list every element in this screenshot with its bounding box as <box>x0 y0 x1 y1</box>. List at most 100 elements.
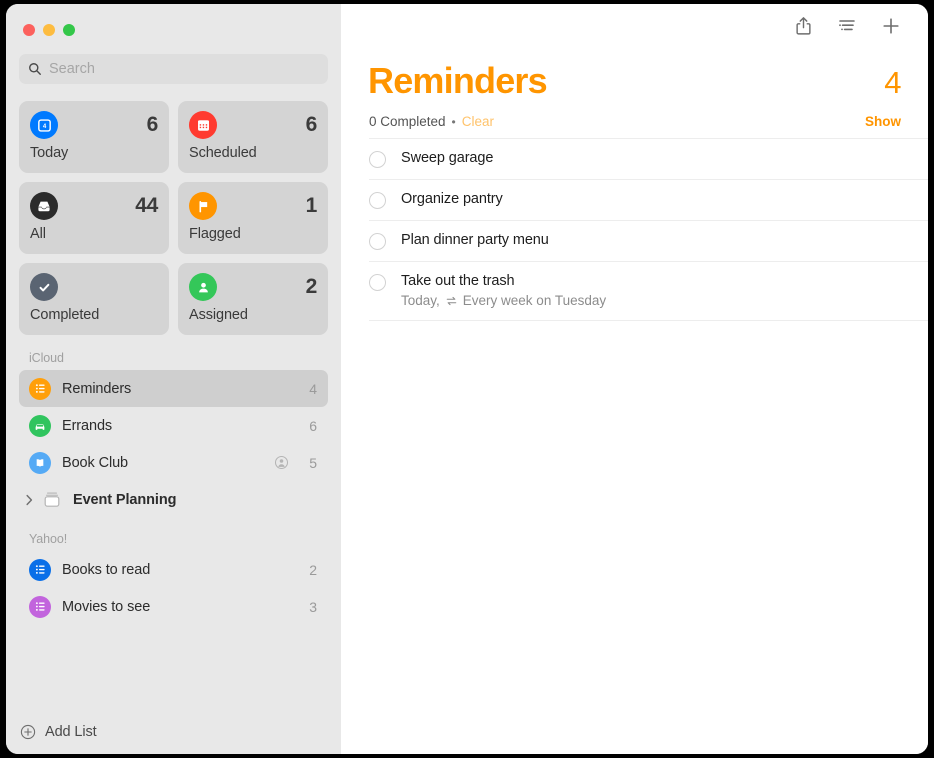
sidebar-list-count: 5 <box>307 455 317 471</box>
show-completed-link[interactable]: Show <box>865 114 901 129</box>
window-controls <box>6 4 341 50</box>
smart-list-label: Assigned <box>189 307 317 323</box>
calendar-today-icon: 4 <box>30 111 58 139</box>
sidebar-list-errands[interactable]: Errands 6 <box>19 407 328 444</box>
reminder-due-label: Today, <box>401 293 440 309</box>
main-content: Reminders 4 0 Completed • Clear Show Swe… <box>341 4 928 754</box>
book-icon <box>29 452 51 474</box>
flag-icon <box>189 192 217 220</box>
share-button[interactable] <box>792 15 814 37</box>
search-container: Search <box>6 50 341 84</box>
new-reminder-button[interactable] <box>880 15 902 37</box>
list-bullet-icon <box>29 559 51 581</box>
smart-list-all[interactable]: 44 All <box>19 182 169 254</box>
reminder-checkbox[interactable] <box>369 151 386 168</box>
sidebar-group-label: Event Planning <box>73 492 317 508</box>
sidebar: Search 4 6 Today <box>6 4 341 754</box>
meta-separator: • <box>452 115 456 129</box>
plus-icon <box>881 16 901 36</box>
toolbar <box>341 4 928 48</box>
reminder-title: Organize pantry <box>401 191 503 208</box>
sidebar-list-count: 3 <box>307 599 317 615</box>
smart-list-label: All <box>30 226 158 242</box>
smart-list-count: 2 <box>306 275 317 299</box>
sidebar-group-event-planning[interactable]: Event Planning <box>19 481 328 518</box>
plus-circle-icon <box>20 724 36 740</box>
reminder-subtitle: Today, Every week on Tuesday <box>401 293 606 309</box>
sidebar-list-book-club[interactable]: Book Club 5 <box>19 444 328 481</box>
calendar-icon <box>189 111 217 139</box>
sidebar-list-reminders[interactable]: Reminders 4 <box>19 370 328 407</box>
add-list-button[interactable]: Add List <box>6 710 341 754</box>
group-folder-icon <box>39 490 65 510</box>
clear-completed-link[interactable]: Clear <box>462 114 494 129</box>
list-view-icon <box>837 17 857 35</box>
smart-list-completed[interactable]: Completed <box>19 263 169 335</box>
share-icon <box>794 16 813 36</box>
smart-list-label: Scheduled <box>189 145 317 161</box>
search-icon <box>28 62 42 76</box>
sidebar-list-count: 6 <box>307 418 317 434</box>
sidebar-list-books-to-read[interactable]: Books to read 2 <box>19 551 328 588</box>
list-bullet-icon <box>29 596 51 618</box>
reminders-window: Search 4 6 Today <box>6 4 928 754</box>
person-icon <box>189 273 217 301</box>
reminder-row[interactable]: Sweep garage <box>369 138 928 180</box>
user-lists: iCloud Reminders 4 <box>6 335 341 710</box>
page-title-row: Reminders 4 <box>341 48 928 102</box>
page-title: Reminders <box>368 60 547 102</box>
inbox-tray-icon <box>30 192 58 220</box>
zoom-button[interactable] <box>63 24 75 36</box>
repeat-icon <box>445 295 458 307</box>
smart-list-count: 6 <box>306 113 317 137</box>
sidebar-list-label: Books to read <box>62 562 296 578</box>
reminder-checkbox[interactable] <box>369 274 386 291</box>
reminders-list: Sweep garage Organize pantry Plan dinner… <box>341 138 928 321</box>
account-header-icloud: iCloud <box>19 351 328 370</box>
completed-info: 0 Completed • Clear <box>369 114 494 129</box>
smart-list-label: Completed <box>30 307 158 323</box>
smart-list-label: Today <box>30 145 158 161</box>
sidebar-list-label: Movies to see <box>62 599 296 615</box>
completed-count-label: 0 Completed <box>369 114 446 129</box>
chevron-right-icon[interactable] <box>19 494 39 506</box>
reminder-recurrence-label: Every week on Tuesday <box>463 293 606 309</box>
search-field[interactable]: Search <box>19 54 328 84</box>
smart-lists-grid: 4 6 Today <box>6 84 341 335</box>
smart-list-scheduled[interactable]: 6 Scheduled <box>178 101 328 173</box>
reminder-row[interactable]: Plan dinner party menu <box>369 221 928 262</box>
view-options-button[interactable] <box>836 15 858 37</box>
minimize-button[interactable] <box>43 24 55 36</box>
sidebar-list-label: Book Club <box>62 455 263 471</box>
smart-list-assigned[interactable]: 2 Assigned <box>178 263 328 335</box>
car-icon <box>29 415 51 437</box>
sidebar-list-count: 2 <box>307 562 317 578</box>
page-title-count: 4 <box>884 65 901 101</box>
shared-list-icon <box>274 455 289 470</box>
smart-list-count: 1 <box>306 194 317 218</box>
reminder-title: Sweep garage <box>401 150 493 167</box>
reminder-row[interactable]: Take out the trash Today, Every week on … <box>369 262 928 321</box>
reminder-checkbox[interactable] <box>369 192 386 209</box>
reminder-checkbox[interactable] <box>369 233 386 250</box>
account-header-yahoo: Yahoo! <box>19 532 328 551</box>
completed-meta-row: 0 Completed • Clear Show <box>341 102 928 129</box>
sidebar-list-label: Reminders <box>62 381 296 397</box>
add-list-label: Add List <box>45 724 97 740</box>
reminder-title: Take out the trash <box>401 273 606 290</box>
search-placeholder: Search <box>49 61 95 77</box>
smart-list-flagged[interactable]: 1 Flagged <box>178 182 328 254</box>
reminder-row[interactable]: Organize pantry <box>369 180 928 221</box>
close-button[interactable] <box>23 24 35 36</box>
checkmark-icon <box>30 273 58 301</box>
reminder-title: Plan dinner party menu <box>401 232 549 249</box>
list-bullet-icon <box>29 378 51 400</box>
svg-text:4: 4 <box>42 124 46 130</box>
sidebar-list-movies-to-see[interactable]: Movies to see 3 <box>19 588 328 625</box>
sidebar-list-count: 4 <box>307 381 317 397</box>
smart-list-today[interactable]: 4 6 Today <box>19 101 169 173</box>
sidebar-list-label: Errands <box>62 418 296 434</box>
smart-list-count: 44 <box>135 194 158 218</box>
smart-list-count: 6 <box>147 113 158 137</box>
smart-list-label: Flagged <box>189 226 317 242</box>
